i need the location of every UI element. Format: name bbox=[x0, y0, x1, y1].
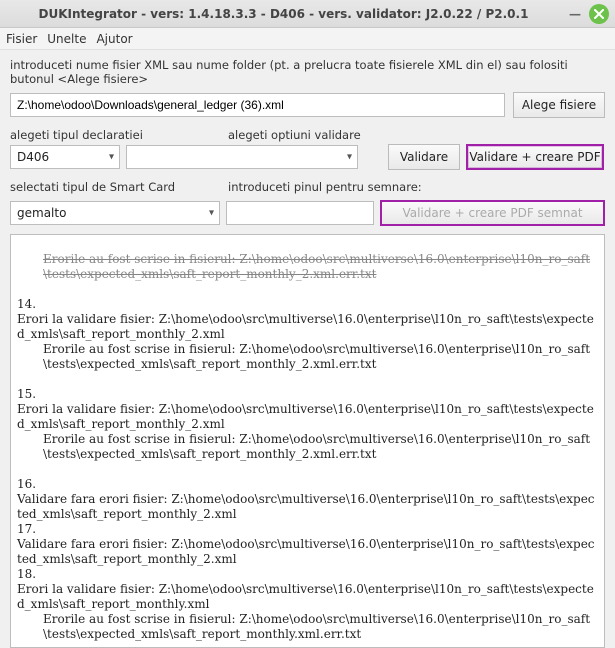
menu-ajutor[interactable]: Ajutor bbox=[96, 32, 132, 46]
log-line: 14. bbox=[17, 297, 36, 311]
log-line: Erorile au fost scrise in fisierul: Z:\h… bbox=[17, 612, 598, 642]
log-line: Erori la validare fisier: Z:\home\odoo\s… bbox=[17, 402, 594, 431]
menubar: Fisier Unelte Ajutor bbox=[0, 28, 615, 50]
log-line: Validare fara erori fisier: Z:\home\odoo… bbox=[17, 492, 595, 521]
validate-create-pdf-button[interactable]: Validare + creare PDF bbox=[466, 144, 604, 170]
log-line: Erori la validare fisier: Z:\home\odoo\s… bbox=[17, 582, 594, 611]
file-path-input[interactable] bbox=[10, 93, 505, 117]
label-optiuni: alegeti optiuni validare bbox=[228, 128, 361, 142]
select-optiuni[interactable] bbox=[126, 145, 358, 169]
log-area[interactable]: Erorile au fost scrise in fisierul: Z:\h… bbox=[10, 234, 605, 648]
log-text: Erorile au fost scrise in fisierul: Z:\h… bbox=[11, 235, 604, 647]
log-line: Erorile au fost scrise in fisierul: Z:\h… bbox=[17, 342, 598, 372]
menu-fisier[interactable]: Fisier bbox=[6, 32, 37, 46]
close-icon bbox=[594, 9, 604, 19]
menu-unelte[interactable]: Unelte bbox=[47, 32, 86, 46]
log-line: 18. bbox=[17, 567, 36, 581]
choose-files-button[interactable]: Alege fisiere bbox=[513, 92, 605, 118]
log-line: 15. bbox=[17, 387, 36, 401]
validate-create-pdf-signed-button[interactable]: Validare + creare PDF semnat bbox=[380, 200, 605, 226]
content-area: introduceti nume fisier XML sau nume fol… bbox=[0, 50, 615, 648]
log-line: Erorile au fost scrise in fisierul: Z:\h… bbox=[17, 252, 598, 282]
hint-text: introduceti nume fisier XML sau nume fol… bbox=[10, 58, 605, 86]
log-line: Validare fara erori fisier: Z:\home\odoo… bbox=[17, 537, 595, 566]
choose-files-label: Alege fisiere bbox=[522, 98, 596, 112]
close-button[interactable] bbox=[589, 4, 609, 24]
label-declaratie: alegeti tipul declaratiei bbox=[10, 128, 228, 142]
window-title: DUKIntegrator - vers: 1.4.18.3.3 - D406 … bbox=[6, 7, 561, 21]
log-line: Erori la validare fisier: Z:\home\odoo\s… bbox=[17, 312, 594, 341]
validate-create-pdf-label: Validare + creare PDF bbox=[469, 150, 600, 164]
select-declaratie-value: D406 bbox=[17, 150, 49, 164]
log-line: Erorile au fost scrise in fisierul: Z:\h… bbox=[17, 432, 598, 462]
select-smartcard-value: gemalto bbox=[17, 206, 66, 220]
pin-input[interactable] bbox=[226, 201, 374, 225]
validate-label: Validare bbox=[400, 150, 448, 164]
log-line: 16. bbox=[17, 477, 36, 491]
label-pin: introduceti pinul pentru semnare: bbox=[228, 180, 422, 194]
select-smartcard[interactable]: gemalto bbox=[10, 201, 220, 225]
log-line: 17. bbox=[17, 522, 36, 536]
minimize-button[interactable]: — bbox=[565, 4, 585, 24]
label-smartcard: selectati tipul de Smart Card bbox=[10, 180, 228, 194]
select-declaratie[interactable]: D406 bbox=[10, 145, 120, 169]
validate-button[interactable]: Validare bbox=[388, 144, 460, 170]
validate-create-pdf-signed-label: Validare + creare PDF semnat bbox=[402, 206, 582, 220]
titlebar: DUKIntegrator - vers: 1.4.18.3.3 - D406 … bbox=[0, 0, 615, 28]
